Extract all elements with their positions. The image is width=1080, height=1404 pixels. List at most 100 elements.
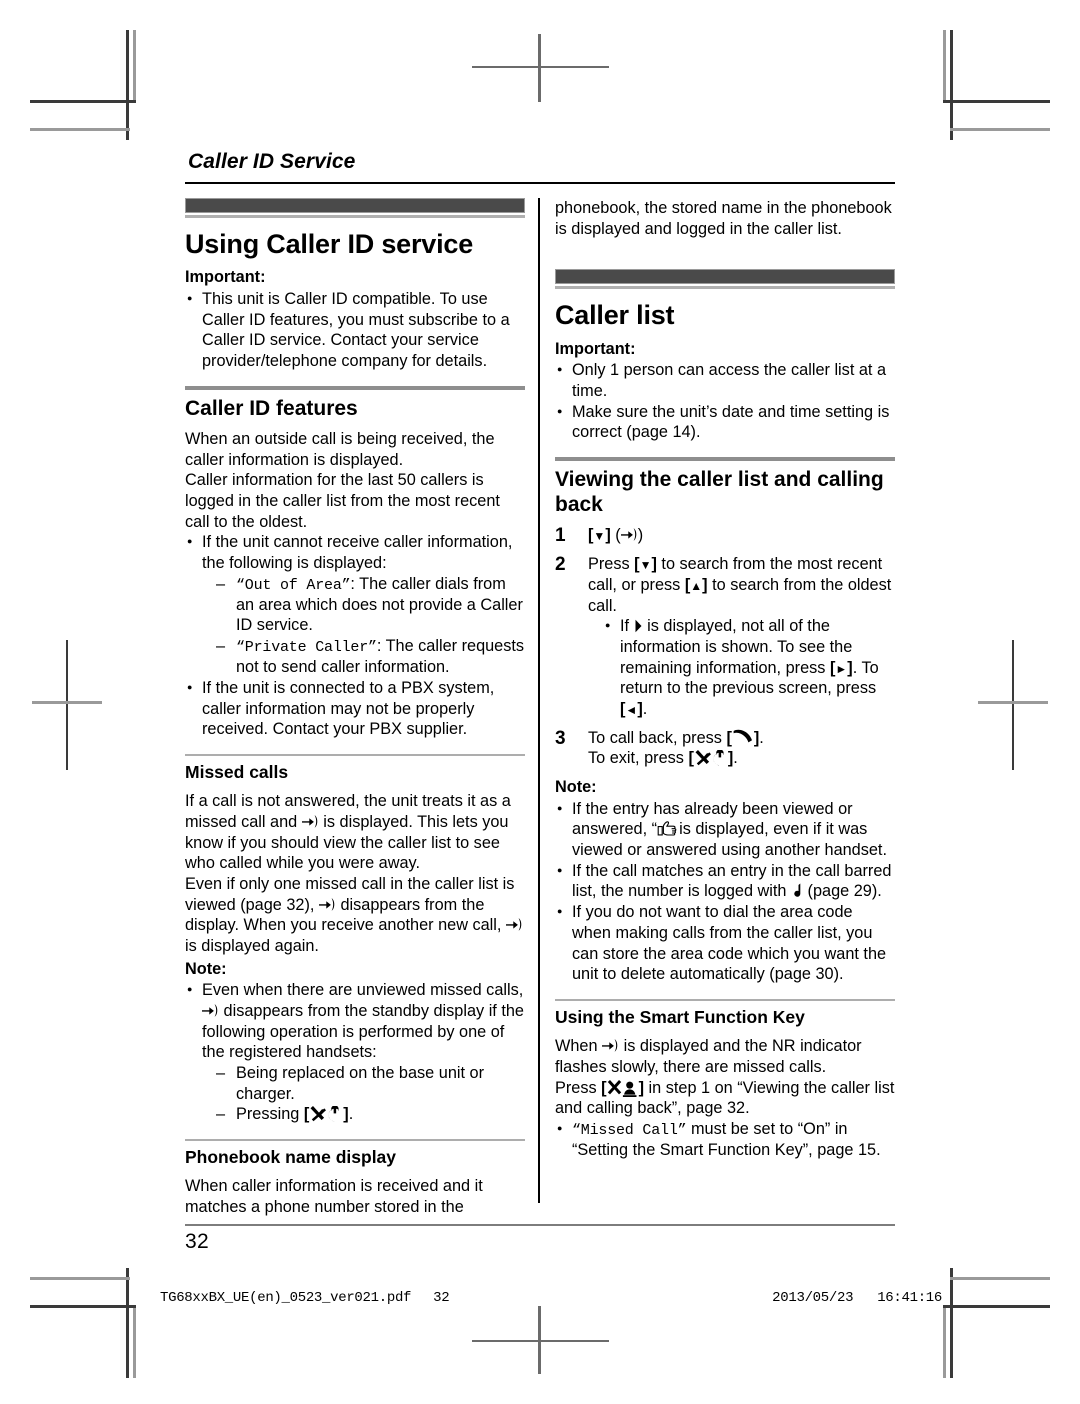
list-item: 3 To call back, press []. To exit, press… xyxy=(555,728,895,769)
display-messages-list: “Out of Area”: The caller dials from an … xyxy=(202,574,525,678)
private-caller-code: “Private Caller” xyxy=(236,639,377,657)
viewing-steps-list: 1 [▼] () 2 Press [▼] to search from the … xyxy=(555,525,895,769)
phone-off-icon xyxy=(695,750,724,766)
step2-note-a: If xyxy=(620,617,634,636)
chapter-bar-underline xyxy=(555,286,895,290)
pressing-text: Pressing xyxy=(236,1105,304,1124)
crop-mark-middle-left-horizontal xyxy=(32,701,102,704)
step2-text-a: Press xyxy=(588,555,635,574)
crop-mark-top-right-vertical xyxy=(950,30,953,140)
sfk-para2-a: Press xyxy=(555,1078,602,1097)
chapter-heading-caller-list: Caller list xyxy=(555,300,675,331)
chapter-bar-underline xyxy=(185,215,525,218)
phone-off-icon xyxy=(310,1106,340,1122)
note-bullet-part-b: disappears from the standby display if t… xyxy=(202,1002,524,1062)
crop-mark-bottom-right-vertical xyxy=(950,1268,953,1378)
pressing-period: . xyxy=(348,1105,354,1124)
paragraph-missed-call-def: If a call is not answered, the unit trea… xyxy=(185,791,525,874)
list-item: This unit is Caller ID compatible. To us… xyxy=(185,288,525,372)
step2-note-b: is displayed, not all of the information… xyxy=(620,617,853,677)
sub-rule-phonebook-name-display xyxy=(185,1139,525,1142)
smart-function-key: [] xyxy=(601,1078,644,1097)
paragraph-phonebook-name-display: When caller information is received and … xyxy=(185,1177,483,1217)
down-key: [▼] xyxy=(634,555,657,574)
list-item: If you do not want to dial the area code… xyxy=(555,901,895,985)
missed-call-viewed-part-c: is displayed again. xyxy=(185,936,319,955)
chapter-bar-caller-list xyxy=(555,269,895,285)
paragraph-nr-indicator: When is displayed and the NR indicator f… xyxy=(555,1036,895,1077)
crop-mark-bottom-left-horizontal xyxy=(30,1305,136,1308)
crop-mark-bottom-left-vertical-outer xyxy=(133,1306,136,1378)
crop-mark-bottom-right-horizontal-outer xyxy=(950,1277,1050,1280)
list-item: “Missed Call” must be set to “On” in “Se… xyxy=(555,1118,895,1161)
crop-mark-bottom-left-vertical xyxy=(126,1268,129,1378)
step2-note-d: . xyxy=(642,699,648,718)
sub-rule-smart-function-key xyxy=(555,998,895,1001)
crop-mark-top-left-horizontal xyxy=(30,100,136,103)
step3-text-d: . xyxy=(733,749,738,768)
important-label-left: Important: xyxy=(185,268,266,287)
step2-notes: If is displayed, not all of the informat… xyxy=(603,615,895,719)
list-item: Make sure the unit’s date and time setti… xyxy=(555,401,895,443)
down-key: [▼] xyxy=(588,526,611,545)
note-list-viewing: If the entry has already been viewed or … xyxy=(555,798,895,985)
list-item: “Out of Area”: The caller dials from an … xyxy=(202,574,525,636)
pointing-hand-icon xyxy=(657,821,677,836)
list-item: Pressing []. xyxy=(202,1104,525,1125)
right-caret-icon xyxy=(635,620,642,633)
missed-call-icon xyxy=(301,815,318,828)
footer-rule xyxy=(185,1223,895,1226)
caller-id-features-bullets: If the unit cannot receive caller inform… xyxy=(185,531,525,740)
up-key: [▲] xyxy=(684,575,708,594)
running-head: Caller ID Service xyxy=(188,150,356,173)
list-item: If the unit cannot receive caller inform… xyxy=(185,531,525,678)
missed-call-icon xyxy=(602,1039,618,1052)
list-item: Being replaced on the base unit or charg… xyxy=(202,1063,525,1104)
sheet-info-left: TG68xxBX_UE(en)_0523_ver021.pdf 32 xyxy=(160,1290,450,1306)
sub-rule-missed-calls xyxy=(185,753,525,756)
note-label-viewing: Note: xyxy=(555,778,597,797)
list-item: 2 Press [▼] to search from the most rece… xyxy=(555,554,895,720)
step-number: 1 xyxy=(555,525,566,547)
note-bullet-part-a: Even when there are unviewed missed call… xyxy=(202,981,524,1000)
paragraph-phonebook-continued: phonebook, the stored name in the phoneb… xyxy=(555,199,892,238)
column-divider xyxy=(538,198,540,1203)
right-column: phonebook, the stored name in the phoneb… xyxy=(539,198,895,1218)
page-number: 32 xyxy=(185,1229,209,1253)
left-column: Using Caller ID service Important: This … xyxy=(185,198,539,1218)
crop-mark-middle-right-horizontal xyxy=(978,701,1048,704)
right-key: [►] xyxy=(829,658,853,677)
note-label-missed-calls: Note: xyxy=(185,959,227,978)
missed-call-icon xyxy=(318,897,335,911)
manual-page: Caller ID Service Using Caller ID servic… xyxy=(185,150,895,1253)
list-item: 1 [▼] () xyxy=(555,525,895,546)
smart-function-key-notes: “Missed Call” must be set to “On” in “Se… xyxy=(555,1118,895,1161)
list-item: Only 1 person can access the caller list… xyxy=(555,359,895,401)
crop-mark-top-left-vertical xyxy=(126,30,129,140)
subsection-heading-smart-function-key: Using the Smart Function Key xyxy=(555,1006,805,1027)
out-of-area-code: “Out of Area” xyxy=(236,576,351,594)
two-column-body: Using Caller ID service Important: This … xyxy=(185,198,895,1218)
running-head-rule xyxy=(185,182,895,184)
sheet-page-number: 32 xyxy=(433,1290,450,1306)
sheet-info-right: 2013/05/23 16:41:16 xyxy=(772,1290,942,1306)
power-off-key: [] xyxy=(688,749,734,768)
important-label-right: Important: xyxy=(555,339,636,358)
note2-part-b: (page 29). xyxy=(803,882,882,901)
crop-mark-middle-right-vertical xyxy=(1012,640,1014,770)
step3-text-a: To call back, press xyxy=(588,728,727,747)
important-list-right: Only 1 person can access the caller list… xyxy=(555,359,895,443)
list-item: If the entry has already been viewed or … xyxy=(555,798,895,861)
important-list-left: This unit is Caller ID compatible. To us… xyxy=(185,288,525,372)
music-note-icon xyxy=(794,883,801,898)
step-number: 2 xyxy=(555,554,566,576)
list-item: Even when there are unviewed missed call… xyxy=(185,979,525,1125)
paragraph-last-50-callers: Caller information for the last 50 calle… xyxy=(185,471,500,531)
missed-call-icon xyxy=(202,1004,218,1017)
subsection-heading-missed-calls: Missed calls xyxy=(185,761,289,782)
standby-clear-operations-list: Being replaced on the base unit or charg… xyxy=(202,1063,525,1125)
missed-call-icon xyxy=(505,918,522,931)
crop-mark-top-right-horizontal xyxy=(943,100,1050,103)
missed-call-setting-code: “Missed Call” xyxy=(572,1121,687,1139)
note-list-missed-calls: Even when there are unviewed missed call… xyxy=(185,979,525,1125)
